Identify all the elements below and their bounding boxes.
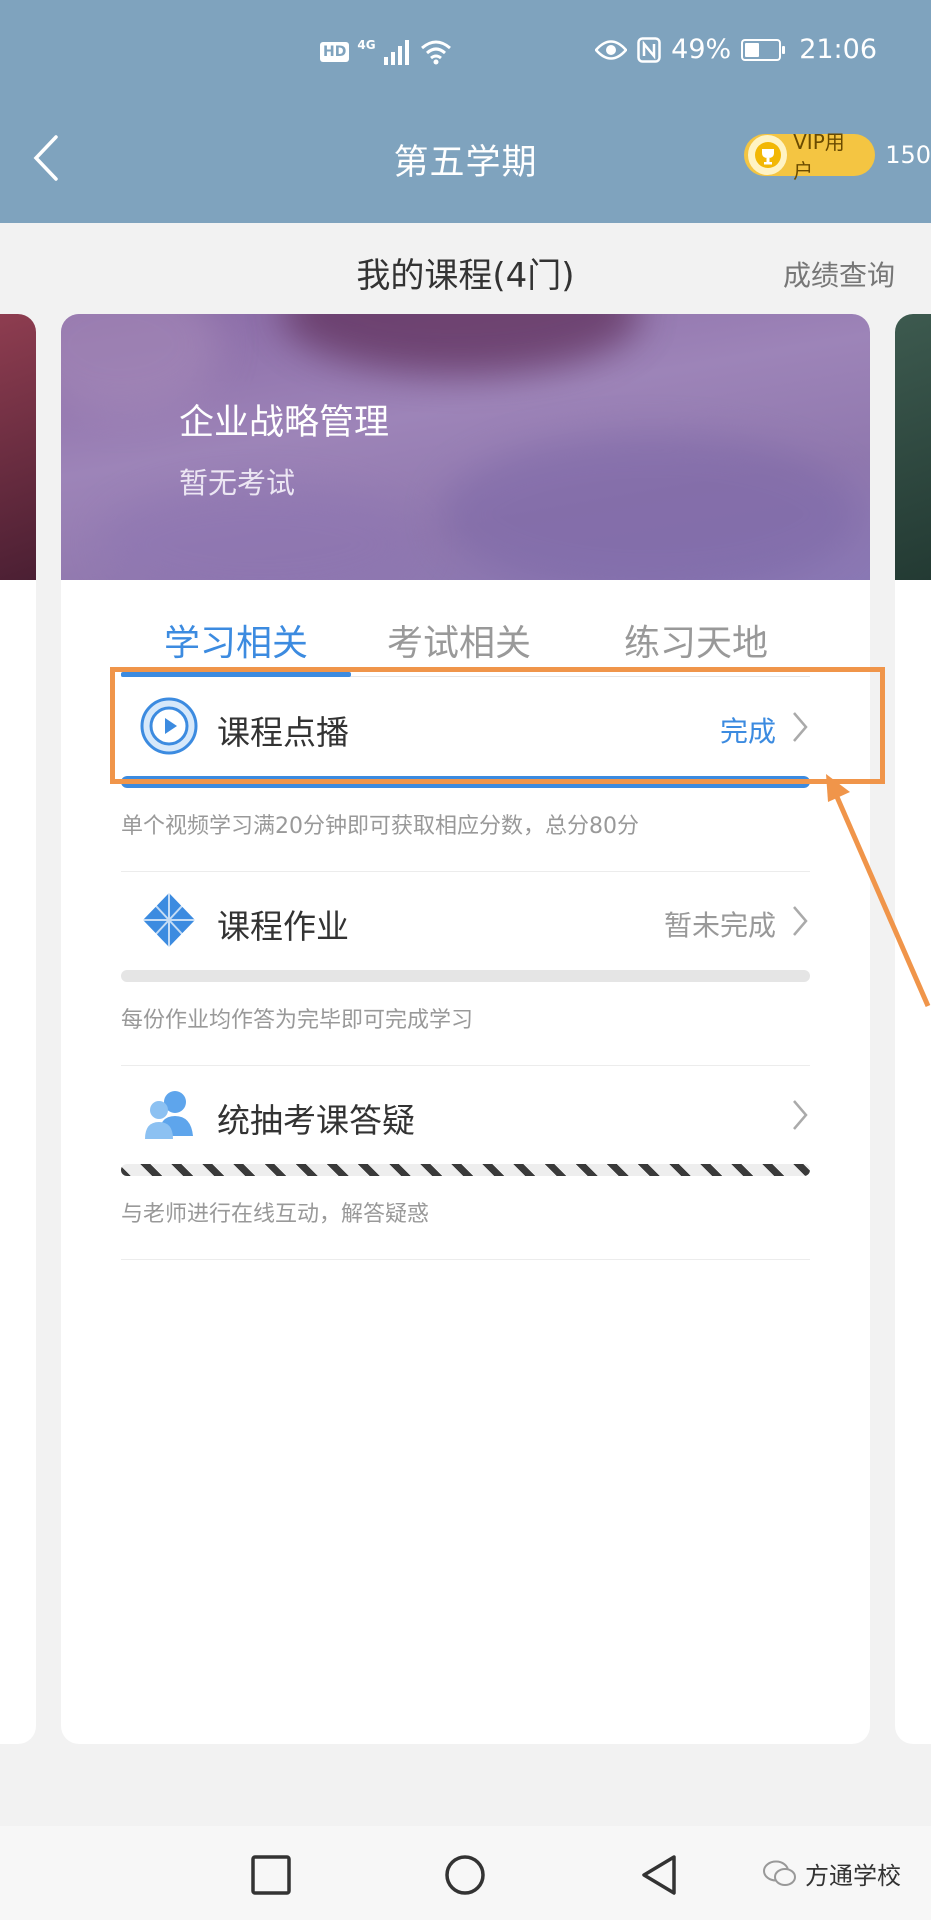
tab-study[interactable]: 学习相关: [121, 614, 351, 666]
status-bar: HD 4G 49% 21:06: [0, 0, 931, 110]
wifi-icon: [420, 40, 451, 65]
vip-badge[interactable]: VIP用户 150: [744, 130, 931, 183]
system-nav-bar: 方通学校: [0, 1826, 931, 1920]
battery-fill: [745, 42, 759, 57]
grade-query-link[interactable]: 成绩查询: [783, 254, 895, 294]
tab-practice[interactable]: 练习天地: [581, 614, 811, 666]
previous-course-banner: [0, 314, 36, 580]
status-left: HD 4G: [320, 38, 452, 66]
nav-row: 第五学期 VIP用户 150: [0, 120, 931, 196]
diamond-icon: [139, 890, 199, 950]
chevron-right-icon: [793, 906, 808, 936]
home-button[interactable]: [442, 1852, 488, 1898]
network-label: 4G: [357, 38, 376, 52]
trophy-icon: [748, 135, 788, 175]
nfc-icon: [637, 36, 661, 63]
section-header: 我的课程(4门) 成绩查询: [0, 248, 931, 298]
highlight-annotation: [110, 667, 885, 784]
course-card: 企业战略管理 暂无考试 学习相关 考试相关 练习天地 课程点播 完成 单个视频学…: [61, 314, 870, 1744]
wechat-icon: [763, 1860, 796, 1886]
hd-badge: HD: [320, 42, 350, 62]
exam-status: 暂无考试: [179, 466, 296, 500]
recent-apps-button[interactable]: [248, 1852, 294, 1898]
progress-bar: [121, 970, 810, 982]
banner-blob: [281, 314, 641, 374]
item-description: 单个视频学习满20分钟即可获取相应分数，总分80分: [121, 814, 639, 839]
item-divider: [121, 871, 810, 872]
eye-icon: [595, 39, 628, 60]
status-right: 49% 21:06: [595, 34, 877, 65]
annotation-arrow: [826, 774, 931, 1007]
clock: 21:06: [799, 34, 877, 65]
vip-pill: VIP用户: [744, 130, 876, 183]
next-course-card[interactable]: [895, 314, 931, 1744]
list-item-homework[interactable]: 课程作业 暂未完成 每份作业均作答为完毕即可完成学习: [121, 874, 810, 1066]
item-title: 课程作业: [217, 907, 349, 946]
tab-exam[interactable]: 考试相关: [344, 614, 574, 666]
course-banner: 企业战略管理 暂无考试: [61, 314, 870, 580]
watermark-text: 方通学校: [805, 1862, 901, 1890]
item-description: 每份作业均作答为完毕即可完成学习: [121, 1008, 474, 1033]
tab-bar: 学习相关 考试相关 练习天地: [61, 580, 870, 680]
next-course-banner: [895, 314, 931, 580]
vip-count: 150: [885, 141, 931, 169]
course-name: 企业战略管理: [179, 403, 390, 443]
progress-bar-indeterminate: [121, 1164, 810, 1176]
back-nav-button[interactable]: [636, 1852, 682, 1898]
previous-course-card[interactable]: [0, 314, 36, 1744]
signal-icon: [383, 40, 409, 65]
vip-label: VIP用户: [793, 130, 845, 183]
item-divider: [121, 1259, 810, 1260]
banner-blob: [441, 434, 861, 580]
item-divider: [121, 1065, 810, 1066]
battery-percent: 49%: [671, 34, 732, 65]
users-icon: [139, 1084, 199, 1144]
header-bar: HD 4G 49% 21:06 第五学期 VIP用户 150: [0, 0, 931, 223]
chevron-right-icon: [793, 1100, 808, 1130]
watermark: 方通学校: [763, 1856, 901, 1891]
item-title: 统抽考课答疑: [217, 1101, 415, 1140]
battery-icon: [741, 38, 786, 61]
list-item-qa[interactable]: 统抽考课答疑 与老师进行在线互动，解答疑惑: [121, 1068, 810, 1260]
item-status: 暂未完成: [663, 909, 776, 942]
item-description: 与老师进行在线互动，解答疑惑: [121, 1202, 430, 1227]
